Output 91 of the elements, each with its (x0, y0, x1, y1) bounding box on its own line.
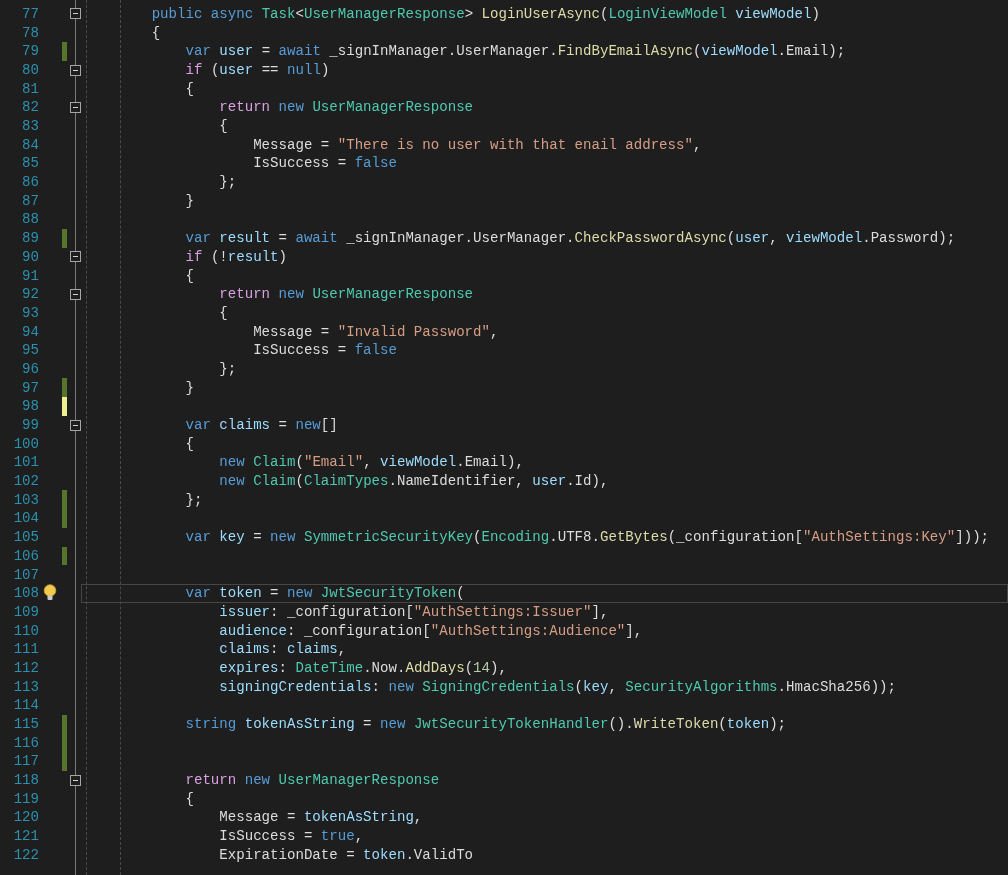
code-line: { (218, 303, 229, 323)
code-line: } (184, 378, 195, 398)
code-line: }; (184, 490, 204, 510)
collapse-icon[interactable] (70, 8, 81, 20)
code-line: var claims = new[] (184, 416, 339, 435)
collapse-icon[interactable] (70, 251, 81, 263)
line-number: 81 (21, 81, 39, 96)
collapse-icon[interactable] (70, 64, 81, 76)
line-number: 120 (12, 810, 39, 825)
code-line: claims: claims, (218, 640, 348, 659)
line-number: 82 (21, 100, 39, 115)
line-number: 97 (21, 380, 39, 395)
line-number: 91 (21, 268, 39, 283)
code-line: var user = await _signInManager.UserManager.FindByEmailAsync(viewModel.Email); (184, 42, 847, 61)
line-number: 107 (12, 567, 39, 582)
line-number: 113 (12, 679, 39, 694)
line-number: 95 (21, 343, 39, 358)
code-line: new Claim(ClaimTypes.NameIdentifier, user.Id), (218, 472, 610, 491)
code-line: IsSuccess = false (252, 341, 398, 360)
code-line: { (218, 117, 229, 136)
line-number: 108 (12, 586, 39, 601)
line-number: 86 (21, 175, 39, 190)
line-number: 106 (12, 548, 39, 563)
line-number: 118 (12, 773, 39, 788)
code-line: }; (218, 359, 238, 379)
code-line: { (150, 23, 162, 42)
line-number: 105 (12, 530, 39, 545)
code-line: { (184, 434, 195, 454)
line-number: 122 (12, 847, 39, 862)
line-number: 83 (21, 119, 39, 134)
code-line: ExpirationDate = token.ValidTo (218, 845, 475, 865)
line-number: 88 (21, 212, 39, 227)
code-line: var result = await _signInManager.UserManager.CheckPasswordAsync(user, viewModel.Password); (184, 229, 957, 248)
code-line: return new UserManagerResponse (218, 98, 475, 117)
line-number: 110 (12, 623, 39, 638)
code-line: audience: _configuration["AuthSettings:Audience"], (218, 621, 644, 640)
code-line: if (!result) (184, 247, 288, 267)
code-line: } (184, 191, 195, 211)
line-number: 111 (12, 642, 39, 657)
code-line: expires: DateTime.Now.AddDays(14), (218, 658, 508, 678)
code-line: signingCredentials: new SigningCredentials(key, SecurityAlgorithms.HmacSha256)); (218, 677, 897, 697)
code-line: IsSuccess = true, (218, 827, 365, 846)
line-number: 115 (12, 717, 39, 732)
line-number: 84 (21, 137, 39, 152)
code-line: { (184, 789, 195, 809)
code-line: issuer: _configuration["AuthSettings:Issuer"], (218, 602, 610, 622)
code-line: }; (218, 173, 238, 192)
line-number: 94 (21, 324, 39, 339)
line-number: 77 (21, 6, 39, 21)
line-number: 93 (21, 305, 39, 320)
code-line: var key = new SymmetricSecurityKey(Encoding.UTF8.GetBytes(_configuration["AuthSettings:Key"])); (184, 528, 991, 547)
line-number: 100 (12, 436, 39, 451)
line-number: 96 (21, 361, 39, 377)
line-number: 103 (12, 492, 39, 507)
code-line: { (184, 79, 195, 99)
line-number: 78 (21, 25, 39, 40)
line-number: 101 (12, 455, 39, 470)
line-number: 85 (21, 156, 39, 171)
line-number: 117 (12, 754, 39, 769)
code-line: public async Task<UserManagerResponse> LoginUserAsync(LoginViewModel viewModel) (150, 4, 821, 24)
line-number: 80 (21, 62, 39, 78)
line-number: 109 (12, 604, 39, 619)
line-number: 102 (12, 474, 39, 489)
line-number: 121 (12, 829, 39, 844)
collapse-icon[interactable] (70, 288, 81, 300)
collapse-icon[interactable] (70, 419, 81, 431)
lightbulb-icon[interactable] (42, 584, 57, 603)
code-line: if (user == null) (184, 60, 331, 80)
code-line: Message = "There is no user with that enail address", (252, 135, 703, 155)
line-number: 89 (21, 231, 39, 246)
line-number: 116 (12, 735, 39, 750)
collapse-icon[interactable] (70, 774, 81, 786)
line-number: 119 (12, 791, 39, 806)
line-number: 92 (21, 287, 39, 302)
code-line: new Claim("Email", viewModel.Email), (218, 453, 525, 472)
line-number: 79 (21, 44, 39, 59)
line-number: 112 (12, 660, 39, 676)
line-number: 87 (21, 193, 39, 208)
code-line: Message = tokenAsString, (218, 808, 424, 827)
code-line: return new UserManagerResponse (218, 285, 475, 304)
line-number: 98 (21, 399, 39, 414)
code-line: return new UserManagerResponse (184, 771, 441, 790)
line-number: 99 (21, 418, 39, 433)
code-line: { (184, 266, 195, 285)
code-line: Message = "Invalid Password", (252, 322, 500, 341)
code-line: IsSuccess = false (252, 154, 398, 173)
collapse-icon[interactable] (70, 101, 81, 113)
line-number: 114 (12, 698, 39, 713)
line-number: 90 (21, 249, 39, 264)
line-number: 104 (12, 511, 39, 526)
code-line: string tokenAsString = new JwtSecurityTokenHandler().WriteToken(token); (184, 715, 788, 734)
